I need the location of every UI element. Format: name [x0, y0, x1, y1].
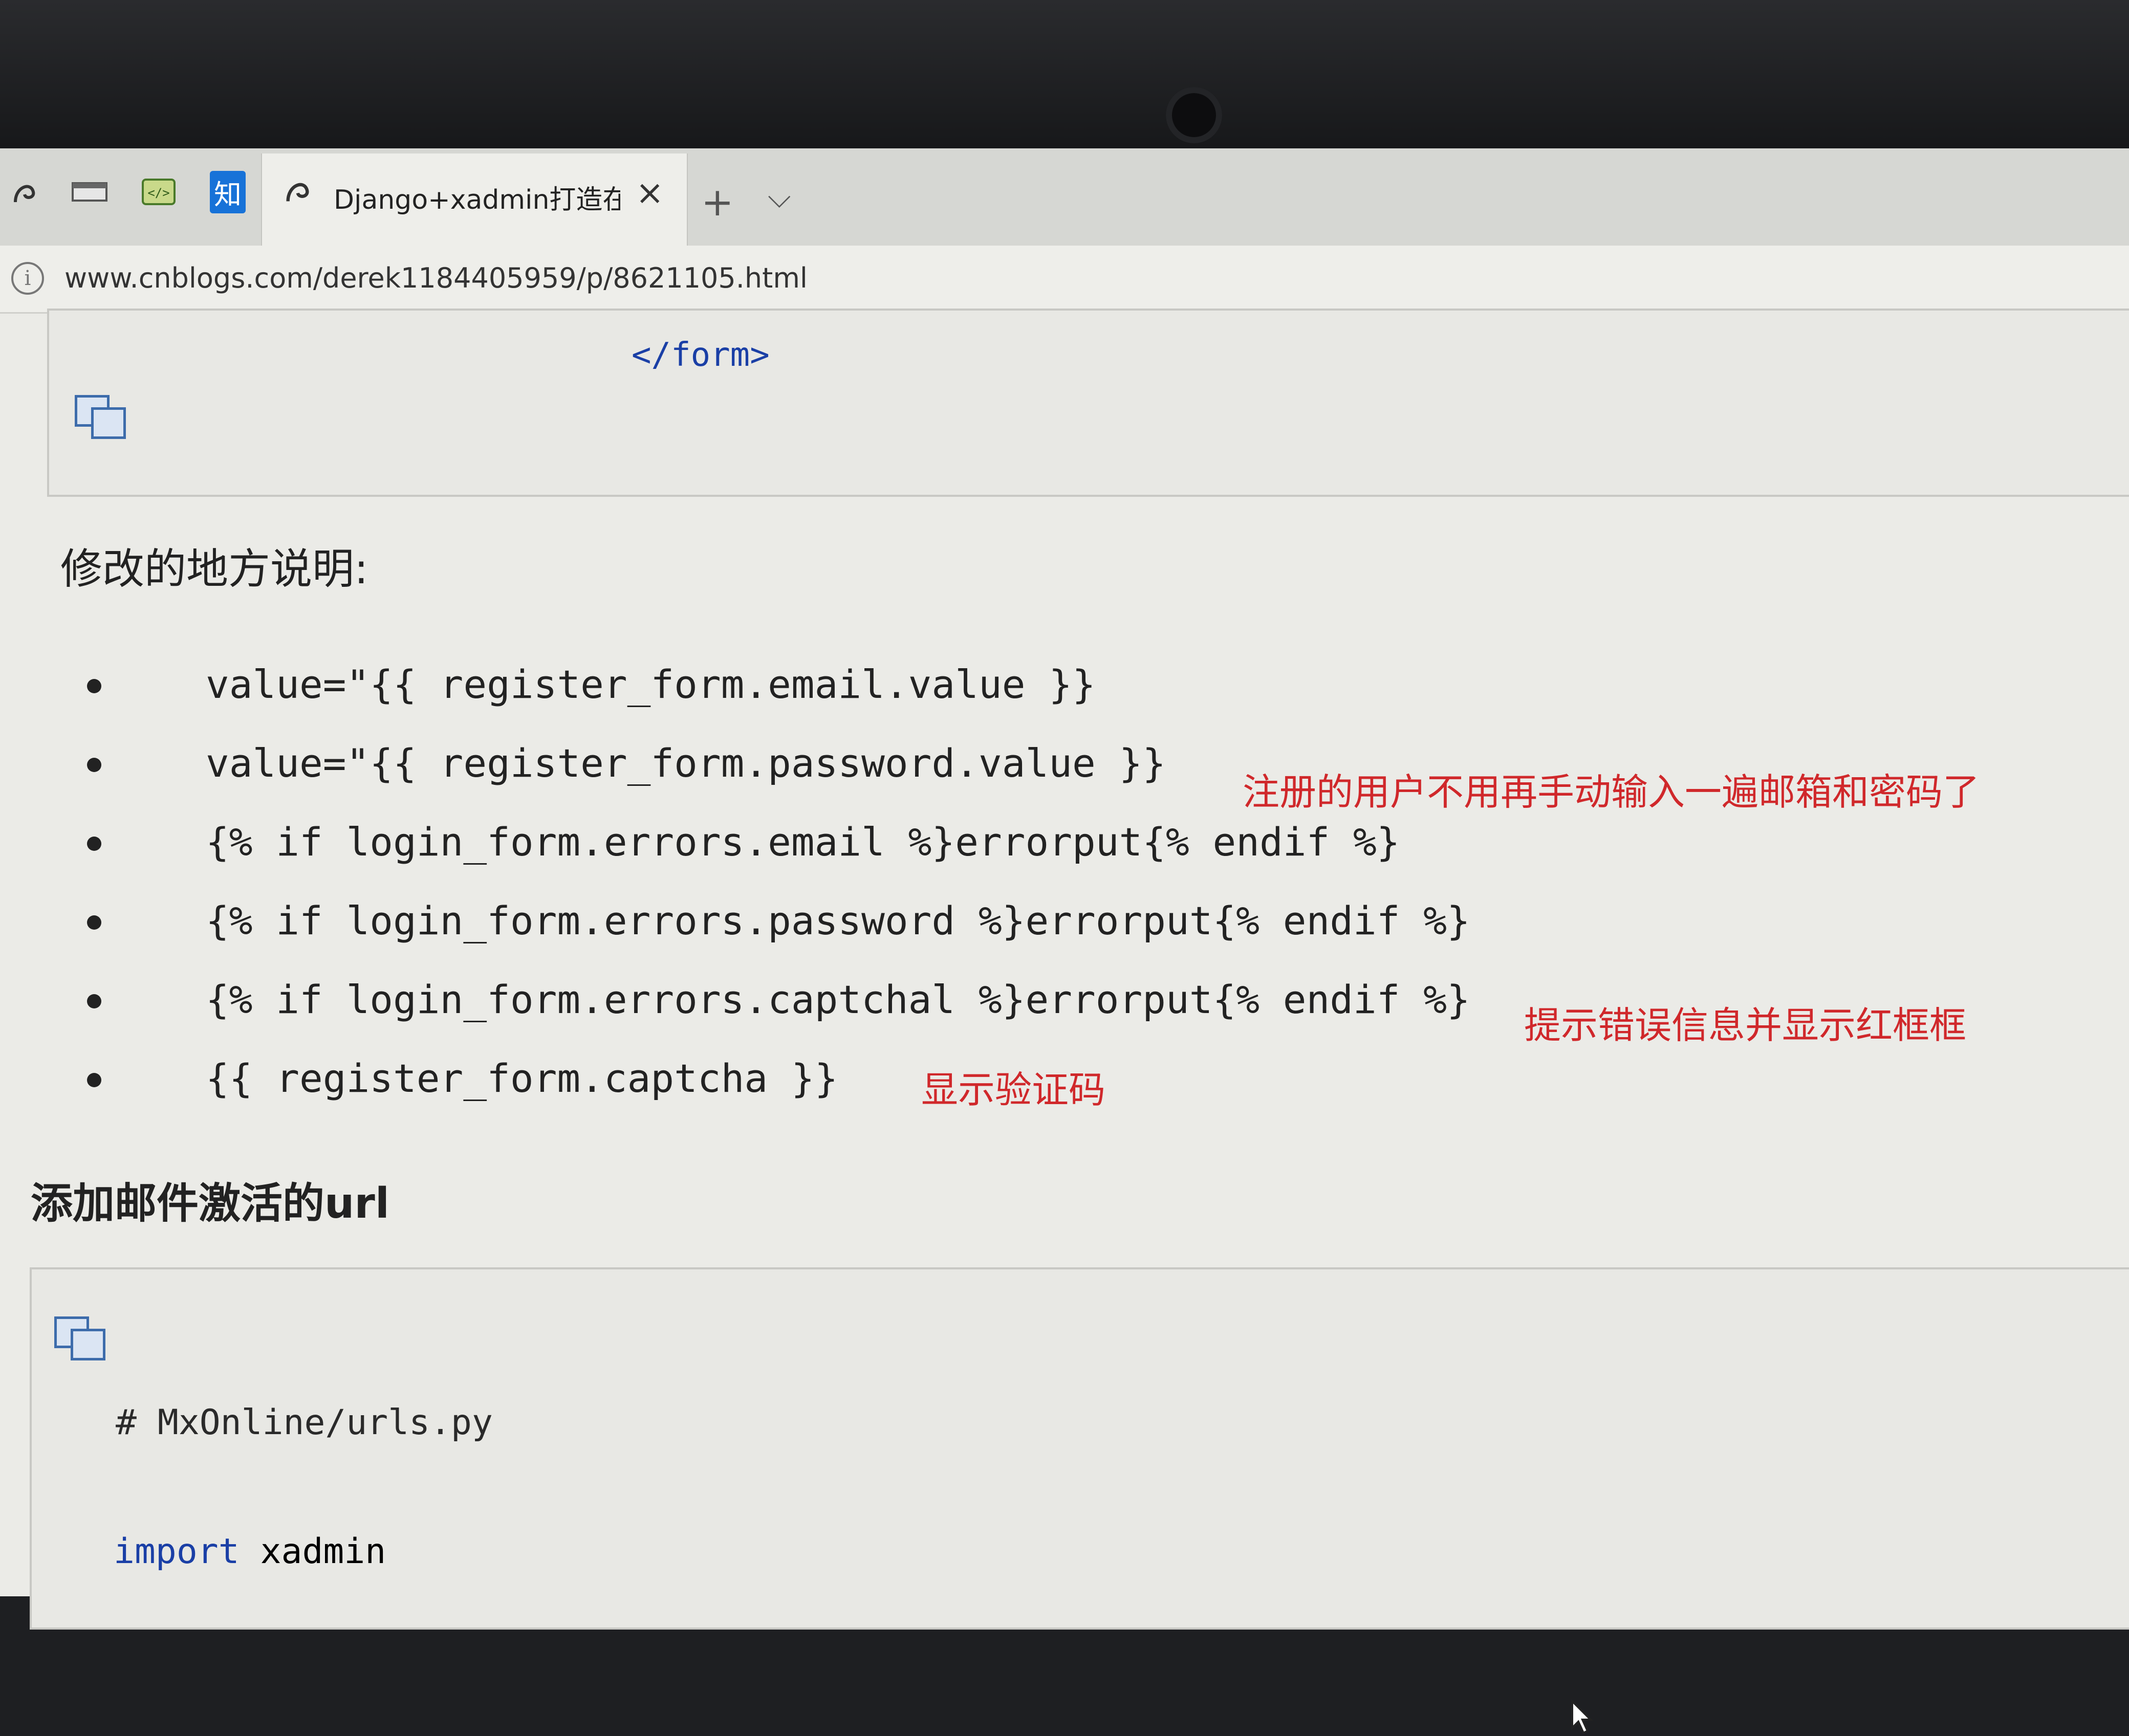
code-closing-tag: </form>: [632, 336, 770, 374]
bullet-code: {% if login_form.errors.password %}error…: [206, 898, 1470, 943]
zhihu-icon-label: 知: [210, 170, 246, 213]
address-bar[interactable]: i www.cnblogs.com/derek1184405959/p/8621…: [0, 246, 2129, 314]
tab-list-chevron-icon[interactable]: ⌵: [768, 179, 791, 215]
section-heading: 添加邮件激活的url: [31, 1179, 389, 1228]
laptop-bezel: [0, 0, 2129, 148]
tab-cnblogs-icon: [283, 174, 315, 214]
zhihu-icon[interactable]: 知: [205, 169, 251, 215]
bullet-dot: [87, 837, 101, 851]
bullet-dot: [87, 1073, 101, 1087]
bullet-code: value="{{ register_form.password.value }…: [206, 740, 1166, 786]
copy-code-icon[interactable]: [54, 1316, 105, 1360]
bullet-dot: [87, 679, 101, 693]
new-tab-button[interactable]: +: [701, 179, 734, 225]
tab-close-icon[interactable]: ×: [636, 173, 664, 212]
bullet-dot: [87, 758, 101, 772]
url-text[interactable]: www.cnblogs.com/derek1184405959/p/862110…: [64, 262, 808, 294]
bullet-dot: [87, 994, 101, 1008]
cnblogs-icon[interactable]: [5, 169, 46, 215]
code-keyword: import: [114, 1531, 240, 1572]
copy-code-icon[interactable]: [75, 395, 126, 439]
bullet-code: {% if login_form.errors.captchal %}error…: [206, 977, 1470, 1022]
info-icon[interactable]: i: [11, 262, 44, 295]
note-autofill: 注册的用户不用再手动输入一遍邮箱和密码了: [1243, 771, 1980, 814]
code-module: xadmin: [260, 1531, 386, 1572]
code-comment: # MxOnline/urls.py: [116, 1402, 493, 1443]
tab-active[interactable]: Django+xadmin打造在 ×: [261, 153, 688, 246]
code-icon[interactable]: </>: [136, 169, 182, 215]
code-block-urls: # MxOnline/urls.py import xadmin: [30, 1267, 2129, 1630]
bullet-code: value="{{ register_form.email.value }}: [206, 662, 1096, 707]
svg-text:</>: </>: [147, 186, 169, 200]
explanation-heading: 修改的地方说明:: [60, 545, 368, 594]
bullet-code: {{ register_form.captcha }}: [206, 1056, 838, 1101]
window-icon[interactable]: [67, 169, 113, 215]
bullet-dot: [87, 915, 101, 930]
note-captcha: 显示验证码: [921, 1068, 1106, 1111]
code-import-line: import xadmin: [114, 1531, 386, 1572]
page-content: </form> 修改的地方说明: value="{{ register_form…: [0, 309, 2129, 1734]
code-block-form: </form>: [47, 309, 2129, 497]
mouse-pointer-icon: [1571, 1699, 1593, 1734]
note-error-highlight: 提示错误信息并显示红框框: [1524, 1004, 1967, 1047]
bullet-code: {% if login_form.errors.email %}errorput…: [206, 819, 1400, 865]
webcam: [1166, 87, 1222, 143]
tab-title: Django+xadmin打造在: [334, 185, 620, 215]
